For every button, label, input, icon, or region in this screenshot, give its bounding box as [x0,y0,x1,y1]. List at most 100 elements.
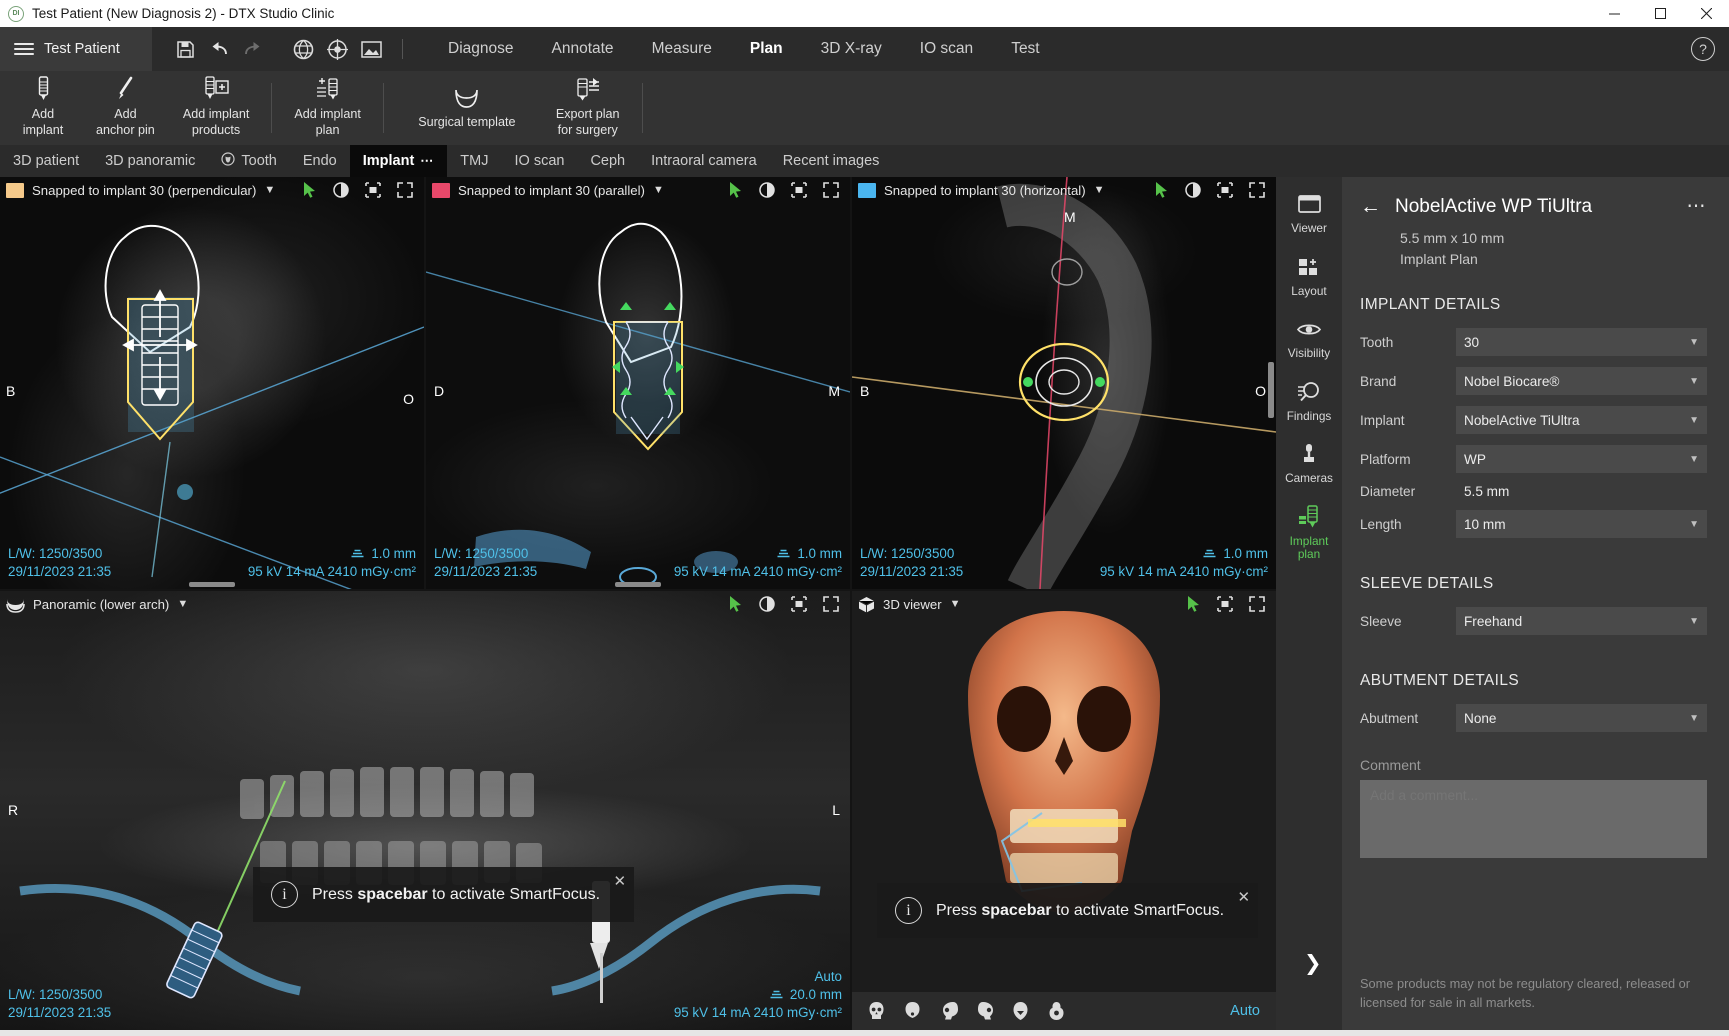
crop-icon[interactable] [790,181,808,199]
skull-right-icon[interactable] [976,1000,996,1022]
rail-item-implant-plan[interactable]: Implant plan [1278,504,1340,562]
sleeve-select[interactable]: Freehand ▼ [1456,607,1707,635]
crop-icon[interactable] [1216,181,1234,199]
module-tab-tmj[interactable]: TMJ [447,145,501,177]
rail-item-layout[interactable]: Layout [1278,254,1340,299]
module-tab-recent-images[interactable]: Recent images [770,145,893,177]
cursor-icon[interactable] [300,181,318,199]
menu-tab-annotate[interactable]: Annotate [533,27,633,71]
module-tab-3d-panoramic[interactable]: 3D panoramic [92,145,208,177]
maximize-icon[interactable] [1637,0,1683,27]
add-implant-button[interactable]: Add implant [4,71,82,145]
module-tab-endo[interactable]: Endo [290,145,350,177]
fullscreen-icon[interactable] [396,181,414,199]
minimize-icon[interactable] [1591,0,1637,27]
rail-item-cameras[interactable]: Cameras [1278,441,1340,486]
module-tab-io-scan[interactable]: IO scan [501,145,577,177]
menu-tab-plan[interactable]: Plan [731,27,802,71]
crop-icon[interactable] [1216,595,1234,613]
add-implant-plan-button[interactable]: Add implant plan [280,71,375,145]
skull-front-icon[interactable] [868,1000,888,1022]
module-tab-intraoral-camera[interactable]: Intraoral camera [638,145,770,177]
chevron-down-icon[interactable]: ▼ [950,598,961,610]
module-tab-overflow-icon[interactable]: ⋯ [420,153,434,169]
redo-icon[interactable] [236,32,270,66]
more-options-icon[interactable]: ⋯ [1687,195,1708,218]
cursor-icon[interactable] [1152,181,1170,199]
skull-top-icon[interactable] [1012,1000,1032,1022]
add-anchor-pin-button[interactable]: Add anchor pin [82,71,169,145]
rail-item-visibility[interactable]: Visibility [1278,316,1340,361]
patient-menu-button[interactable]: Test Patient [0,27,152,71]
chevron-down-icon[interactable]: ▼ [653,184,664,196]
crop-icon[interactable] [790,595,808,613]
module-tab-3d-patient[interactable]: 3D patient [0,145,92,177]
export-plan-button[interactable]: Export plan for surgery [542,71,634,145]
horizontal-slice-image[interactable] [852,177,1276,589]
platform-select[interactable]: WP ▼ [1456,445,1707,473]
module-tab-implant[interactable]: Implant ⋯ [349,145,448,177]
viewport-scrollbar[interactable] [615,582,661,587]
chevron-right-icon[interactable]: ❯ [1304,951,1322,976]
implant-select[interactable]: NobelActive TiUltra ▼ [1456,406,1707,434]
image-icon[interactable] [354,32,388,66]
help-icon[interactable]: ? [1691,37,1715,61]
perpendicular-slice-image[interactable] [0,177,424,589]
close-icon[interactable]: ✕ [614,872,627,890]
viewer3d-auto-label[interactable]: Auto [1230,1003,1260,1019]
skull-smooth-icon[interactable] [904,1000,924,1022]
close-icon[interactable] [1683,0,1729,27]
chevron-down-icon[interactable]: ▼ [177,598,188,610]
cursor-icon[interactable] [726,595,744,613]
skull-bone-icon[interactable] [1048,1000,1068,1022]
menu-tab-diagnose[interactable]: Diagnose [429,27,533,71]
abutment-select[interactable]: None ▼ [1456,704,1707,732]
viewport-perpendicular[interactable]: Snapped to implant 30 (perpendicular) ▼ … [0,177,424,589]
tooth-select[interactable]: 30 ▼ [1456,328,1707,356]
length-select[interactable]: 10 mm ▼ [1456,510,1707,538]
menu-tab-io-scan[interactable]: IO scan [901,27,992,71]
slice-thickness-icon [351,550,364,558]
add-implant-products-button[interactable]: Add implant products [169,71,264,145]
viewer3d-render[interactable] [852,591,1276,1030]
contrast-icon[interactable] [758,595,776,613]
fullscreen-icon[interactable] [822,181,840,199]
fullscreen-icon[interactable] [822,595,840,613]
viewport-3d[interactable]: 3D viewer ▼ i Press spacebar to activate… [852,591,1276,1030]
menu-tab-3d-xray[interactable]: 3D X-ray [802,27,901,71]
contrast-icon[interactable] [332,181,350,199]
fullscreen-icon[interactable] [1248,595,1266,613]
undo-icon[interactable] [202,32,236,66]
crop-icon[interactable] [364,181,382,199]
skull-left-icon[interactable] [940,1000,960,1022]
viewport-scrollbar[interactable] [189,582,235,587]
cursor-icon[interactable] [726,181,744,199]
brand-select[interactable]: Nobel Biocare® ▼ [1456,367,1707,395]
chevron-down-icon[interactable]: ▼ [264,184,275,196]
rail-item-viewer[interactable]: Viewer [1278,191,1340,236]
contrast-icon[interactable] [758,181,776,199]
viewport-parallel[interactable]: Snapped to implant 30 (parallel) ▼ D M L… [426,177,850,589]
contrast-icon[interactable] [1184,181,1202,199]
fullscreen-icon[interactable] [1248,181,1266,199]
implant-planning-icon[interactable] [286,32,320,66]
module-tab-tooth[interactable]: Tooth [208,145,289,177]
rail-item-findings[interactable]: Findings [1278,379,1340,424]
viewport-scrollbar-vertical[interactable] [1268,362,1274,419]
viewport-horizontal[interactable]: Snapped to implant 30 (horizontal) ▼ M B… [852,177,1276,589]
surgical-template-button[interactable]: Surgical template [392,71,542,145]
menu-tab-measure[interactable]: Measure [633,27,731,71]
comment-input[interactable] [1360,780,1707,858]
parallel-overlay-right: 1.0 mm 95 kV 14 mA 2410 mGy·cm² [674,545,842,581]
panoramic-image[interactable] [0,591,850,1030]
target-icon[interactable] [320,32,354,66]
menu-tab-test[interactable]: Test [992,27,1058,71]
cursor-icon[interactable] [1184,595,1202,613]
viewport-panoramic[interactable]: Panoramic (lower arch) ▼ R L L/W: 1250/3… [0,591,850,1030]
chevron-down-icon[interactable]: ▼ [1094,184,1105,196]
parallel-slice-image[interactable] [426,177,850,589]
save-icon[interactable] [168,32,202,66]
close-icon[interactable]: ✕ [1238,888,1251,906]
module-tab-ceph[interactable]: Ceph [577,145,638,177]
back-arrow-icon[interactable]: ← [1360,196,1381,217]
